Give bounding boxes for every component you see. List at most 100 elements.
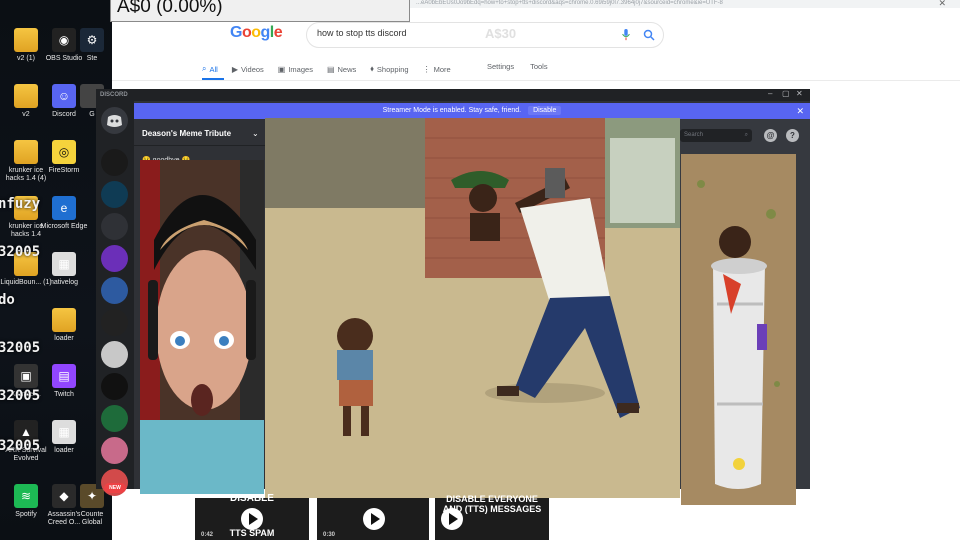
tab-label: Videos <box>240 64 264 74</box>
search-box[interactable]: A$30 <box>306 22 664 48</box>
server-icon[interactable] <box>101 213 128 240</box>
file-icon: ▦ <box>52 252 76 276</box>
meme-gif <box>265 118 680 498</box>
desktop-icon-label: loader <box>54 447 74 454</box>
server-icon[interactable] <box>101 245 128 272</box>
desktop-icon[interactable]: e Microsoft Edge <box>38 196 90 231</box>
help-icon[interactable]: ? <box>786 129 799 142</box>
folder-icon <box>14 84 38 108</box>
close-icon[interactable]: ✕ <box>796 89 803 98</box>
server-name[interactable]: Deason's Meme Tribute <box>142 129 231 138</box>
tab-label: Shopping <box>376 64 409 74</box>
folder-icon <box>14 28 38 52</box>
desktop-icon-label: FireStorm <box>48 167 80 174</box>
video-thumbnail[interactable]: 0:30 <box>317 498 429 540</box>
server-icon[interactable] <box>101 437 128 464</box>
discord-search-input[interactable]: Search ⌕ <box>680 129 752 142</box>
discord-home-icon[interactable] <box>101 107 128 134</box>
server-icon[interactable] <box>101 373 128 400</box>
video-thumbnail[interactable]: DISABLE TTS SPAM 0:42 <box>195 494 309 540</box>
address-bar[interactable]: ...eA0bEbEUs0Jo9bEdq=how+to+stop+tts+dis… <box>410 0 960 8</box>
search-icon[interactable] <box>643 29 655 41</box>
close-icon[interactable]: ✕ <box>938 0 946 9</box>
spotify-icon: ≋ <box>14 484 38 508</box>
folder-icon <box>14 140 38 164</box>
desktop-icon-label: nativelog <box>49 279 79 286</box>
desktop-icon[interactable]: ▤ Twitch <box>38 364 90 399</box>
minimize-icon[interactable]: – <box>768 89 772 98</box>
stream-overlay-text: 32005 <box>0 388 41 404</box>
search-placeholder: Search <box>684 132 704 138</box>
stock-ticker: A$0 (0.00%) <box>110 0 410 22</box>
more-icon: ⋮ <box>422 64 431 74</box>
desktop-icon-label: loader <box>54 335 74 342</box>
close-icon[interactable]: ✕ <box>796 103 804 119</box>
screen: ...eA0bEbEUs0Jo9bEdq=how+to+stop+tts+dis… <box>0 0 960 540</box>
tag-icon: ⬧ <box>370 64 374 73</box>
steam-icon: ⚙ <box>80 28 104 52</box>
mention-icon[interactable]: @ <box>764 129 777 142</box>
streamer-mode-banner: Streamer Mode is enabled. Stay safe, fri… <box>134 103 810 119</box>
video-thumbnail[interactable]: DISABLE EVERYONE AND (TTS) MESSAGES <box>435 494 549 540</box>
microphone-icon[interactable] <box>621 29 631 41</box>
tab-news[interactable]: ▤ News <box>327 62 356 76</box>
search-input[interactable] <box>317 28 577 38</box>
server-list: NEW <box>96 101 134 496</box>
tab-label: More <box>433 64 451 74</box>
tab-all[interactable]: ⌕ All <box>202 62 218 76</box>
search-tabs: ⌕ All ▶ Videos ▣ Images ▤ News ⬧ Shopping ⋮ More <box>202 62 465 76</box>
desktop-icon-label: Counte Global <box>80 511 104 526</box>
play-icon[interactable] <box>241 508 263 530</box>
desktop-icon-label: Microsoft Edge <box>40 223 88 230</box>
stream-overlay-ghost-text: A$30 <box>485 26 517 41</box>
server-icon[interactable] <box>101 149 128 176</box>
discord-titlebar: DISCORD <box>96 89 810 101</box>
tab-label: News <box>337 64 357 74</box>
video-icon: ▶ <box>231 64 238 74</box>
image-icon: ▣ <box>277 64 286 74</box>
server-icon[interactable] <box>101 181 128 208</box>
tab-shopping[interactable]: ⬧ Shopping <box>370 62 408 76</box>
desktop-icon[interactable]: ◎ FireStorm <box>38 140 90 175</box>
thumbnail-title: DISABLE <box>230 493 274 504</box>
tab-videos[interactable]: ▶ Videos <box>232 62 264 76</box>
server-icon[interactable] <box>101 341 128 368</box>
video-duration: 0:42 <box>201 532 214 538</box>
bucket-photo <box>681 154 796 505</box>
stream-overlay-text: 32005 <box>0 340 41 356</box>
chevron-down-icon[interactable]: ⌄ <box>252 129 259 138</box>
ac-icon: ◆ <box>52 484 76 508</box>
disable-streamer-button[interactable]: Disable <box>528 106 562 115</box>
play-icon[interactable] <box>363 508 385 530</box>
webcam-feed <box>140 160 264 494</box>
news-icon: ▤ <box>326 64 335 74</box>
streamer-banner-text: Streamer Mode is enabled. Stay safe, fri… <box>382 107 522 114</box>
play-icon[interactable] <box>441 508 463 530</box>
twitch-icon: ▤ <box>52 364 76 388</box>
server-icon[interactable] <box>101 277 128 304</box>
settings-link[interactable]: Settings <box>487 62 514 71</box>
baby-bucket-image <box>681 154 796 505</box>
meme-image <box>265 118 680 498</box>
server-icon[interactable] <box>101 405 128 432</box>
maximize-icon[interactable]: ▢ <box>782 89 790 98</box>
desktop-icon[interactable]: loader <box>38 308 90 343</box>
desktop-icon[interactable]: ▦ nativelog <box>38 252 90 287</box>
search-icon: ⌕ <box>202 64 207 73</box>
google-logo[interactable]: Google <box>230 24 283 42</box>
tools-link[interactable]: Tools <box>530 62 548 71</box>
tab-more[interactable]: ⋮ More <box>423 62 451 76</box>
tab-label: All <box>209 64 218 74</box>
edge-icon: e <box>52 196 76 220</box>
webcam-image <box>140 160 264 494</box>
app-icon: ▣ <box>14 364 38 388</box>
server-icon[interactable] <box>101 309 128 336</box>
new-badge: NEW <box>104 483 126 493</box>
obs-icon: ◉ <box>52 28 76 52</box>
desktop-icon[interactable]: ▦ loader <box>38 420 90 455</box>
desktop-icon[interactable]: ⚙ Ste <box>74 28 110 63</box>
tab-images[interactable]: ▣ Images <box>278 62 313 76</box>
stream-overlay-text: nfuzy <box>0 196 41 212</box>
discord-icon: ☺ <box>52 84 76 108</box>
stream-overlay-text: 32005 <box>0 244 41 260</box>
